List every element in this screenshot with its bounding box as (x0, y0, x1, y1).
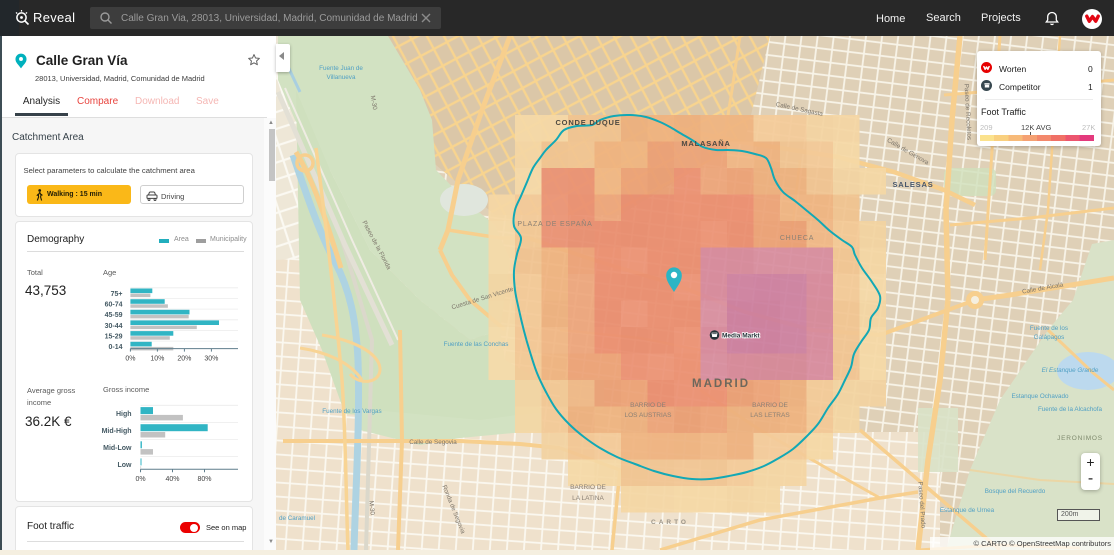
svg-text:0%: 0% (135, 476, 145, 483)
svg-text:CARTO: CARTO (651, 519, 689, 526)
svg-text:Galápagos: Galápagos (1034, 334, 1064, 341)
svg-text:High: High (116, 411, 132, 418)
svg-text:Mid-High: Mid-High (102, 428, 132, 435)
svg-text:MALASAÑA: MALASAÑA (681, 139, 730, 148)
svg-text:M-30: M-30 (367, 500, 375, 515)
svg-text:Estanque de Urnea: Estanque de Urnea (940, 507, 995, 514)
svg-text:JERONIMOS: JERONIMOS (1057, 435, 1103, 442)
svg-text:Bosque del Recuerdo: Bosque del Recuerdo (985, 488, 1046, 495)
svg-text:LA LATINA: LA LATINA (572, 495, 604, 502)
svg-text:Mid-Low: Mid-Low (103, 445, 132, 452)
svg-text:CONDE DUQUE: CONDE DUQUE (555, 118, 620, 127)
svg-text:Media Markt: Media Markt (722, 333, 760, 340)
svg-text:Low: Low (118, 462, 133, 469)
svg-text:El Estanque Grande: El Estanque Grande (1042, 367, 1099, 374)
svg-text:Fuente de la Alcachofa: Fuente de la Alcachofa (1038, 406, 1103, 413)
svg-text:Fuente de las Conchas: Fuente de las Conchas (444, 341, 509, 348)
svg-text:LAS LETRAS: LAS LETRAS (750, 412, 790, 419)
svg-text:BARRIO DE: BARRIO DE (630, 402, 666, 409)
svg-text:SALESAS: SALESAS (892, 180, 933, 189)
svg-text:MADRID: MADRID (692, 378, 750, 390)
svg-text:Fuente Juan de: Fuente Juan de (319, 65, 363, 72)
svg-text:BARRIO DE: BARRIO DE (752, 402, 788, 409)
svg-text:40%: 40% (165, 476, 179, 483)
svg-text:Estanque Ochavado: Estanque Ochavado (1011, 393, 1069, 400)
svg-text:BARRIO DE: BARRIO DE (570, 484, 606, 491)
svg-text:80%: 80% (197, 476, 211, 483)
svg-text:LOS AUSTRIAS: LOS AUSTRIAS (625, 412, 673, 419)
svg-text:de Caramuel: de Caramuel (279, 515, 315, 522)
svg-text:Fuente de los: Fuente de los (1030, 325, 1068, 332)
svg-text:Calle de Segovia: Calle de Segovia (409, 439, 457, 446)
svg-text:PLAZA DE ESPAÑA: PLAZA DE ESPAÑA (517, 219, 592, 228)
svg-text:CHUECA: CHUECA (780, 235, 814, 242)
svg-text:Fuente de los Vargas: Fuente de los Vargas (322, 408, 381, 415)
svg-text:Villanueva: Villanueva (327, 74, 356, 81)
